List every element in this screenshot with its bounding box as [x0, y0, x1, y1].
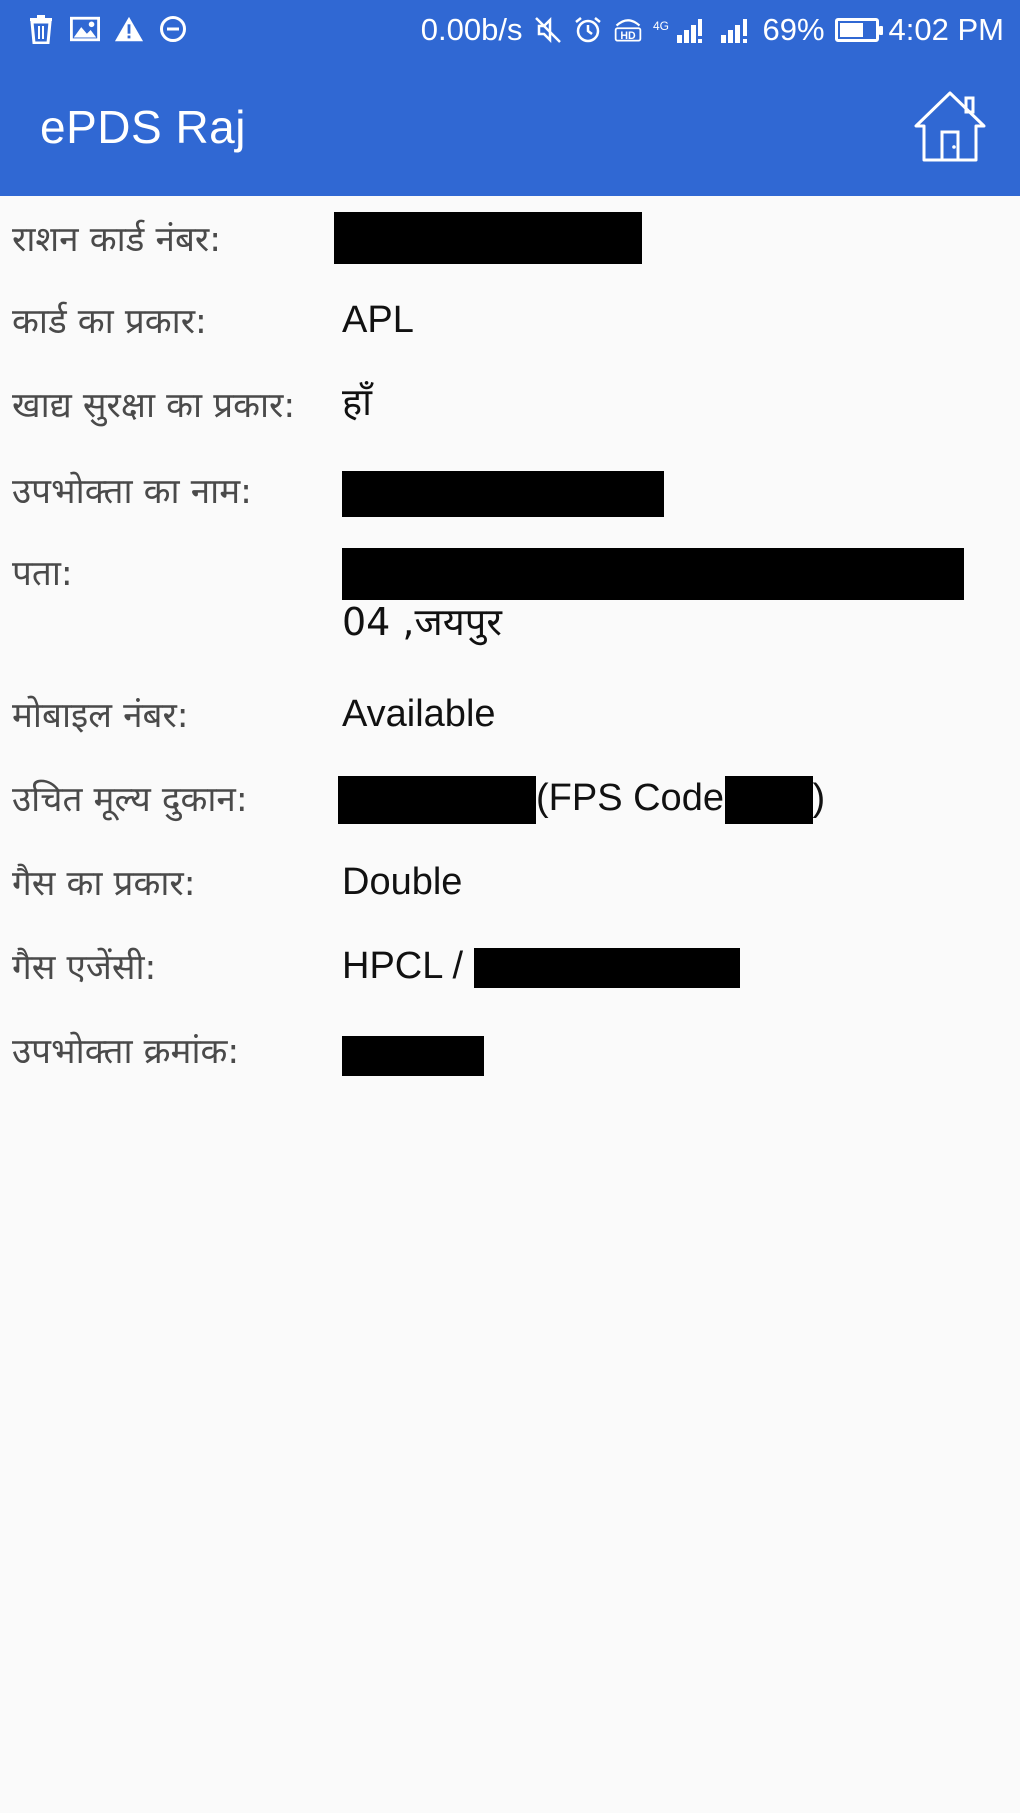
gas-type-label: गैस का प्रकार: [12, 864, 196, 904]
address-label: पता: [12, 554, 73, 594]
image-icon [70, 12, 100, 46]
signal-4g-icon: 4G [653, 13, 709, 47]
battery-fill [839, 23, 863, 37]
gas-agency-prefix: HPCL / [342, 945, 474, 987]
hd-signal-icon: HD [613, 13, 643, 47]
gas-agency-value: HPCL / [342, 942, 740, 990]
consumer-name-value [342, 468, 664, 517]
network-type-label: 4G [653, 19, 669, 33]
fps-value: (FPS Code:) [338, 774, 825, 824]
consumer-number-label: उपभोक्ता क्रमांक: [12, 1032, 240, 1072]
minus-circle-icon [158, 12, 188, 46]
gas-type-value: Double [342, 861, 463, 903]
status-bar: 0.00b/s HD 4G 69% 4:02 PM [0, 0, 1020, 60]
card-type-value: APL [342, 299, 414, 341]
fps-label: उचित मूल्य दुकान: [12, 780, 248, 820]
signal-icon [719, 13, 753, 47]
redacted-consumer-name [342, 470, 664, 517]
food-security-value: हाँ [342, 380, 373, 424]
network-speed: 0.00b/s [420, 12, 523, 47]
fps-code-prefix: (FPS Code: [536, 777, 735, 819]
redacted-gas-agency [473, 947, 740, 988]
status-left-icons [26, 12, 188, 46]
redacted-address [342, 548, 964, 600]
mobile-value: Available [342, 693, 496, 735]
trash-icon [26, 12, 56, 46]
mobile-label: मोबाइल नंबर: [12, 696, 189, 736]
address-line2: 04 ,जयपुर [342, 600, 502, 644]
home-icon [911, 88, 989, 169]
gas-agency-label: गैस एजेंसी: [12, 948, 157, 988]
warning-icon [114, 12, 144, 46]
mute-icon [533, 13, 563, 47]
top-bar: 0.00b/s HD 4G 69% 4:02 PM ePDS Raj [0, 0, 1020, 196]
address-value: 04 ,जयपुर [342, 548, 964, 646]
battery-icon [834, 18, 883, 42]
redacted-consumer-number [342, 1035, 484, 1076]
alarm-icon [573, 13, 603, 47]
status-right: 0.00b/s HD 4G 69% 4:02 PM [421, 10, 1004, 50]
fps-code-suffix: ) [812, 777, 826, 819]
svg-text:HD: HD [620, 30, 636, 42]
redacted-fps-name [338, 775, 536, 824]
status-time: 4:02 PM [888, 12, 1004, 47]
consumer-number-value [342, 1030, 484, 1078]
consumer-name-label: उपभोक्ता का नाम: [12, 472, 252, 512]
redacted-fps-code [724, 775, 813, 824]
food-security-label: खाद्य सुरक्षा का प्रकार: [12, 386, 296, 426]
ration-card-label: राशन कार्ड नंबर: [12, 220, 222, 260]
app-title: ePDS Raj [40, 101, 246, 153]
battery-percent: 69% [762, 12, 825, 47]
card-type-label: कार्ड का प्रकार: [12, 302, 207, 342]
redacted-ration-card-number [334, 212, 642, 264]
app-bar: ePDS Raj [0, 60, 1020, 196]
ration-card-value [334, 212, 642, 264]
home-button[interactable] [908, 88, 992, 168]
